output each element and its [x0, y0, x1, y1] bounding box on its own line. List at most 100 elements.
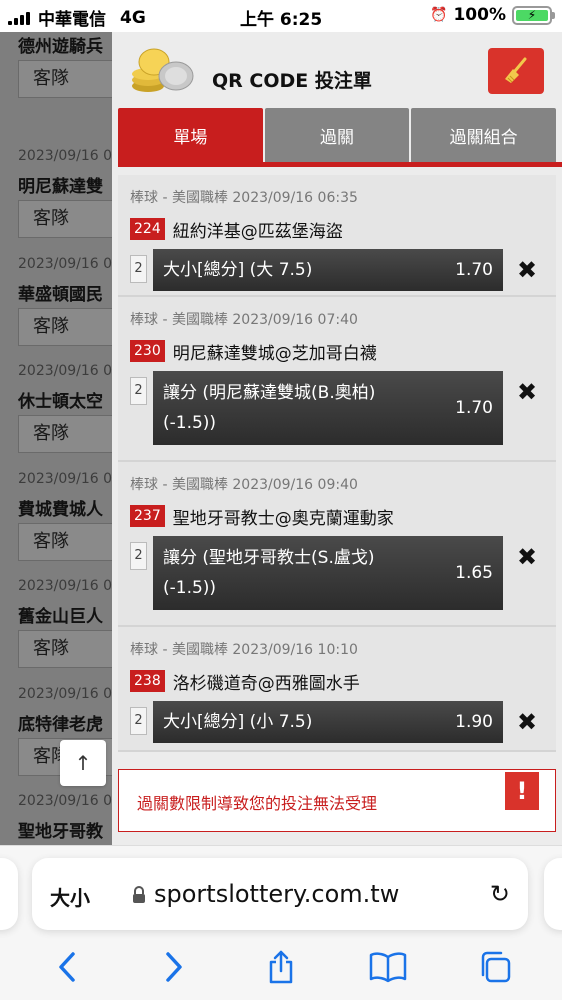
team-name: 底特律老虎 [18, 714, 103, 735]
bet-meta: 棒球 - 美國職棒 2023/09/16 10:10 [130, 642, 358, 658]
bet-selection: 大小[總分] (小 7.5) 1.90 [153, 701, 503, 743]
browser-toolbar: 大小 sportslottery.com.tw ↻ [0, 845, 562, 1000]
previous-tab-peek[interactable] [0, 858, 18, 930]
tabs-button[interactable] [473, 945, 517, 989]
bet-item: 棒球 - 美國職棒 2023/09/16 09:40 237 聖地牙哥教士@奧克… [118, 462, 556, 627]
bet-selection: 讓分 (明尼蘇達雙城(B.奧柏) (-1.5)) 1.70 [153, 371, 503, 445]
bet-row: 2 大小[總分] (小 7.5) 1.90 ✖ [130, 701, 556, 743]
bet-quantity[interactable]: 2 [130, 542, 147, 570]
share-icon [269, 950, 293, 984]
team-name: 費城費城人 [18, 499, 103, 520]
odds-value: 1.70 [455, 260, 493, 280]
match-teams: 聖地牙哥教士@奧克蘭運動家 [172, 508, 394, 529]
address-bar[interactable]: 大小 sportslottery.com.tw ↻ [32, 858, 528, 930]
battery-icon: ⚡ [512, 5, 555, 25]
bet-slip-panel: QR CODE 投注單 單場 過關 過關組合 棒球 - 美國職棒 2023/09… [112, 32, 562, 845]
bet-match: 224 紐約洋基@匹茲堡海盜 [130, 217, 556, 242]
tab-single[interactable]: 單場 [118, 108, 263, 162]
bet-meta: 棒球 - 美國職棒 2023/09/16 07:40 [130, 312, 358, 328]
bet-item: 棒球 - 美國職棒 2023/09/16 07:40 230 明尼蘇達雙城@芝加… [118, 297, 556, 462]
team-name: 聖地牙哥教 [18, 822, 103, 842]
book-icon [369, 952, 407, 983]
selection-label: 大小[總分] (小 7.5) [163, 712, 313, 732]
tab-parlay-combo[interactable]: 過關組合 [411, 108, 557, 162]
chevron-right-icon [166, 952, 182, 982]
scroll-to-top-button[interactable]: ↑ [60, 740, 106, 786]
team-name: 舊金山巨人 [18, 607, 103, 627]
broom-icon [505, 57, 527, 83]
selection-label: 讓分 (明尼蘇達雙城(B.奧柏) (-1.5)) [163, 383, 376, 433]
back-button[interactable] [45, 945, 89, 989]
remove-bet-icon[interactable]: ✖ [509, 371, 545, 413]
odds-value: 1.70 [455, 398, 493, 418]
bet-row: 2 讓分 (聖地牙哥教士(S.盧戈) (-1.5)) 1.65 ✖ [130, 536, 556, 610]
browser-nav [0, 942, 562, 992]
forward-button[interactable] [152, 945, 196, 989]
team-name: 德州遊騎兵 [18, 37, 103, 57]
game-number: 237 [130, 505, 165, 527]
parlay-limit-warning: 過關數限制導致您的投注無法受理 ! [118, 769, 556, 832]
remove-bet-icon[interactable]: ✖ [509, 701, 545, 743]
clear-slip-button[interactable] [488, 48, 544, 94]
bet-item: 棒球 - 美國職棒 2023/09/16 10:10 238 洛杉磯道奇@西雅圖… [118, 627, 556, 752]
exclamation-icon: ! [505, 772, 539, 810]
bet-match: 230 明尼蘇達雙城@芝加哥白襪 [130, 339, 556, 364]
match-teams: 紐約洋基@匹茲堡海盜 [172, 221, 343, 242]
signal-icon [8, 11, 30, 25]
lock-icon [133, 886, 145, 903]
bet-selection: 讓分 (聖地牙哥教士(S.盧戈) (-1.5)) 1.65 [153, 536, 503, 610]
tabs-icon [481, 951, 510, 983]
bet-selection: 大小[總分] (大 7.5) 1.70 [153, 249, 503, 291]
team-name: 休士頓太空 [18, 392, 103, 412]
tab-parlay[interactable]: 過關 [264, 108, 410, 162]
remove-bet-icon[interactable]: ✖ [509, 249, 545, 291]
game-date: 2023/09/16 0 [18, 147, 113, 164]
reload-icon[interactable]: ↻ [490, 880, 510, 908]
bet-meta: 棒球 - 美國職棒 2023/09/16 06:35 [130, 190, 358, 206]
url-text[interactable]: sportslottery.com.tw [154, 880, 399, 908]
panel-header: QR CODE 投注單 [112, 32, 562, 108]
bookmarks-button[interactable] [366, 945, 410, 989]
match-teams: 洛杉磯道奇@西雅圖水手 [172, 673, 360, 694]
remove-bet-icon[interactable]: ✖ [509, 536, 545, 578]
bet-meta: 棒球 - 美國職棒 2023/09/16 09:40 [130, 477, 358, 493]
bet-item: 棒球 - 美國職棒 2023/09/16 06:35 224 紐約洋基@匹茲堡海… [118, 175, 556, 297]
game-date: 2023/09/16 0 [18, 255, 113, 272]
next-tab-peek[interactable] [544, 858, 562, 930]
warning-text: 過關數限制導致您的投注無法受理 [137, 794, 378, 813]
text-size-button[interactable]: 大小 [50, 882, 90, 911]
battery-percent: 100% [453, 5, 506, 25]
bet-row: 2 讓分 (明尼蘇達雙城(B.奧柏) (-1.5)) 1.70 ✖ [130, 371, 556, 445]
share-button[interactable] [259, 945, 303, 989]
game-date: 2023/09/16 0 [18, 685, 113, 702]
game-date: 2023/09/16 0 [18, 470, 113, 487]
chevron-left-icon [59, 952, 76, 982]
match-teams: 明尼蘇達雙城@芝加哥白襪 [172, 343, 377, 364]
selection-label: 大小[總分] (大 7.5) [163, 260, 313, 280]
team-name: 明尼蘇達雙 [18, 176, 103, 197]
panel-title: QR CODE 投注單 [212, 70, 372, 92]
odds-value: 1.90 [455, 712, 493, 732]
bet-list: 棒球 - 美國職棒 2023/09/16 06:35 224 紐約洋基@匹茲堡海… [118, 175, 556, 752]
clock: 上午 6:25 [240, 10, 323, 30]
tab-underline [118, 162, 562, 167]
bet-row: 2 大小[總分] (大 7.5) 1.70 ✖ [130, 249, 556, 291]
bet-quantity[interactable]: 2 [130, 255, 147, 283]
coins-icon [132, 48, 194, 92]
bet-match: 238 洛杉磯道奇@西雅圖水手 [130, 669, 556, 694]
odds-value: 1.65 [455, 563, 493, 583]
status-right: ⏰ 100% ⚡ [430, 5, 555, 25]
game-date: 2023/09/16 0 [18, 793, 113, 809]
game-date: 2023/09/16 0 [18, 578, 113, 594]
bet-match: 237 聖地牙哥教士@奧克蘭運動家 [130, 504, 556, 529]
bet-quantity[interactable]: 2 [130, 377, 147, 405]
game-date: 2023/09/16 0 [18, 363, 113, 379]
status-left: 中華電信 4G [8, 5, 146, 30]
network-label: 4G [120, 7, 146, 28]
game-number: 230 [130, 340, 165, 362]
team-name: 華盛頓國民 [18, 284, 103, 305]
alarm-icon: ⏰ [430, 7, 448, 23]
bet-quantity[interactable]: 2 [130, 707, 147, 735]
status-bar: 中華電信 4G 上午 6:25 ⏰ 100% ⚡ [0, 0, 562, 32]
bet-type-tabs: 單場 過關 過關組合 [118, 108, 557, 162]
